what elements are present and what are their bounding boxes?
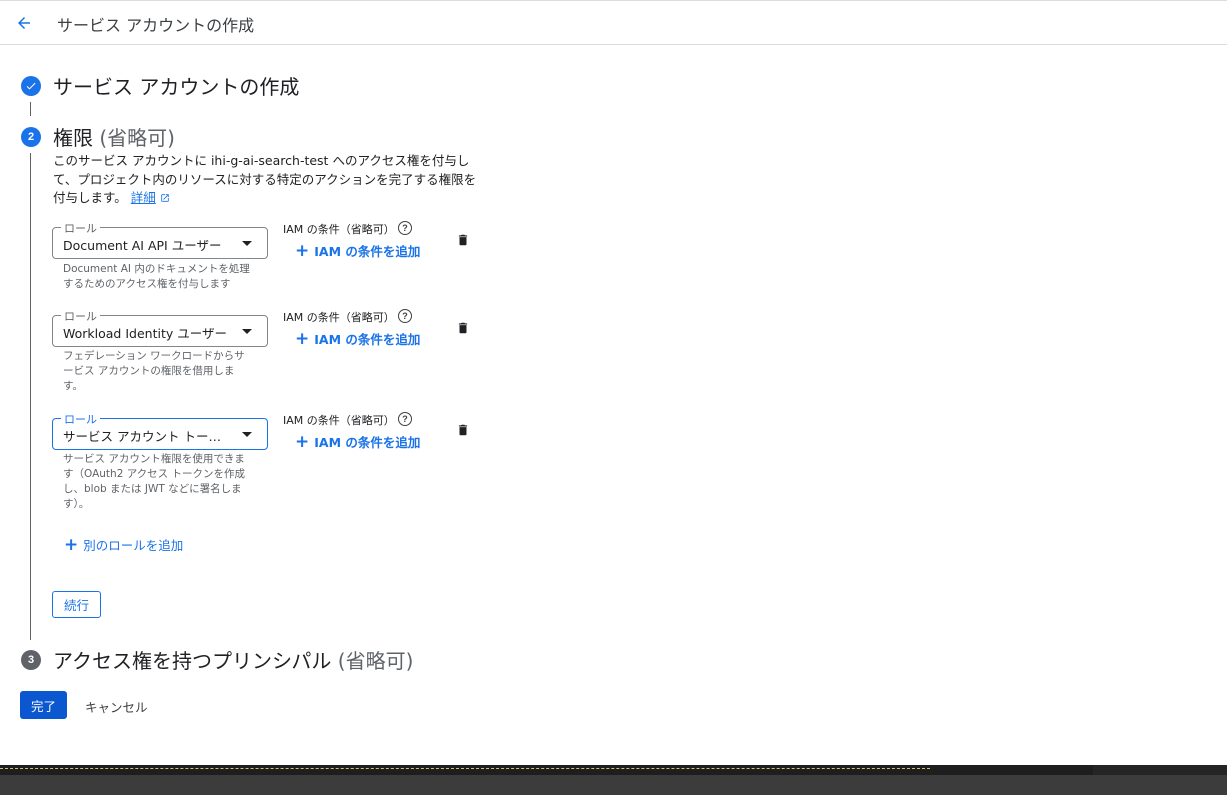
add-role-label: 別のロールを追加 (83, 538, 184, 553)
continue-label: 続行 (63, 598, 89, 613)
status-area (0, 775, 1227, 795)
step-2-optional: (省略可) (99, 126, 175, 150)
arrow-back-icon (18, 17, 30, 29)
role-help-text: Document AI 内のドキュメントを処理するためのアクセス権を付与します (63, 263, 250, 290)
iam-condition-label: IAM の条件（省略可） (283, 311, 395, 324)
page-title: サービス アカウントの作成 (57, 16, 255, 35)
plus-icon: + (295, 240, 310, 261)
role-select-2[interactable]: ロール Workload Identity ユーザー (52, 308, 268, 347)
role-help-text: フェデレーション ワークロードからサービス アカウントの権限を借用します。 (63, 350, 245, 392)
step-3-number: 3 (21, 650, 41, 670)
details-link[interactable]: 詳細 (131, 190, 156, 205)
terminal-toolbar (1093, 765, 1227, 775)
add-another-role-button[interactable]: + 別のロールを追加 (64, 535, 183, 554)
plus-icon: + (295, 431, 310, 452)
role-value: サービス アカウント トークン作成者 (63, 429, 233, 444)
role-value: Workload Identity ユーザー (63, 326, 227, 341)
role-legend: ロール (61, 411, 100, 427)
trash-icon[interactable] (456, 320, 470, 336)
add-iam-condition-button[interactable]: + IAM の条件を追加 (295, 241, 420, 260)
role-legend: ロール (61, 308, 100, 324)
step-3-title: アクセス権を持つプリンシパル (省略可) (53, 645, 413, 674)
plus-icon: + (295, 328, 310, 349)
done-button[interactable]: 完了 (20, 691, 67, 719)
role-value: Document AI API ユーザー (63, 238, 222, 253)
iam-condition-label: IAM の条件（省略可） (283, 414, 395, 427)
step-2-title-text: 権限 (53, 126, 93, 150)
add-condition-label: IAM の条件を追加 (314, 435, 421, 450)
permissions-description: このサービス アカウントに ihi-g-ai-search-test へのアクセ… (53, 152, 483, 208)
dropdown-caret-icon (242, 241, 252, 246)
add-condition-label: IAM の条件を追加 (314, 244, 421, 259)
step-1-title: サービス アカウントの作成 (53, 75, 300, 99)
role-select-1[interactable]: ロール Document AI API ユーザー (52, 220, 268, 259)
step-connector (30, 102, 31, 116)
back-button[interactable] (12, 11, 36, 35)
service-account-name: ihi-g-ai-search-test (210, 153, 329, 168)
trash-icon[interactable] (456, 232, 470, 248)
description-part-1: このサービス アカウントに (53, 153, 211, 168)
help-circle-icon[interactable]: ? (398, 412, 412, 426)
help-circle-icon[interactable]: ? (398, 309, 412, 323)
role-legend: ロール (61, 220, 100, 236)
terminal-strip (0, 765, 1227, 775)
terminal-divider (0, 768, 930, 769)
step-3-title-text: アクセス権を持つプリンシパル (53, 649, 332, 673)
help-circle-icon[interactable]: ? (398, 221, 412, 235)
add-iam-condition-button[interactable]: + IAM の条件を追加 (295, 432, 420, 451)
open-in-new-icon (161, 194, 169, 202)
step-1-check-icon (21, 76, 41, 96)
step-3-optional: (省略可) (337, 649, 414, 673)
role-help-text: サービス アカウント権限を使用できます（OAuth2 アクセス トークンを作成し… (63, 453, 246, 510)
details-link-label: 詳細 (130, 190, 156, 205)
step-2-title: 権限 (省略可) (53, 122, 175, 151)
role-select-3[interactable]: ロール サービス アカウント トークン作成者 (52, 411, 268, 450)
cancel-button[interactable]: キャンセル (85, 697, 148, 716)
iam-condition-label: IAM の条件（省略可） (283, 223, 395, 236)
top-bar: サービス アカウントの作成 (0, 0, 1227, 45)
step-2-connector (30, 153, 31, 640)
dropdown-caret-icon (242, 432, 252, 437)
continue-button[interactable]: 続行 (52, 591, 101, 618)
done-label: 完了 (30, 698, 56, 714)
trash-icon[interactable] (456, 422, 470, 438)
step-2-number: 2 (21, 127, 41, 147)
add-condition-label: IAM の条件を追加 (314, 332, 421, 347)
plus-icon: + (64, 534, 79, 555)
add-iam-condition-button[interactable]: + IAM の条件を追加 (295, 329, 420, 348)
dropdown-caret-icon (242, 329, 252, 334)
